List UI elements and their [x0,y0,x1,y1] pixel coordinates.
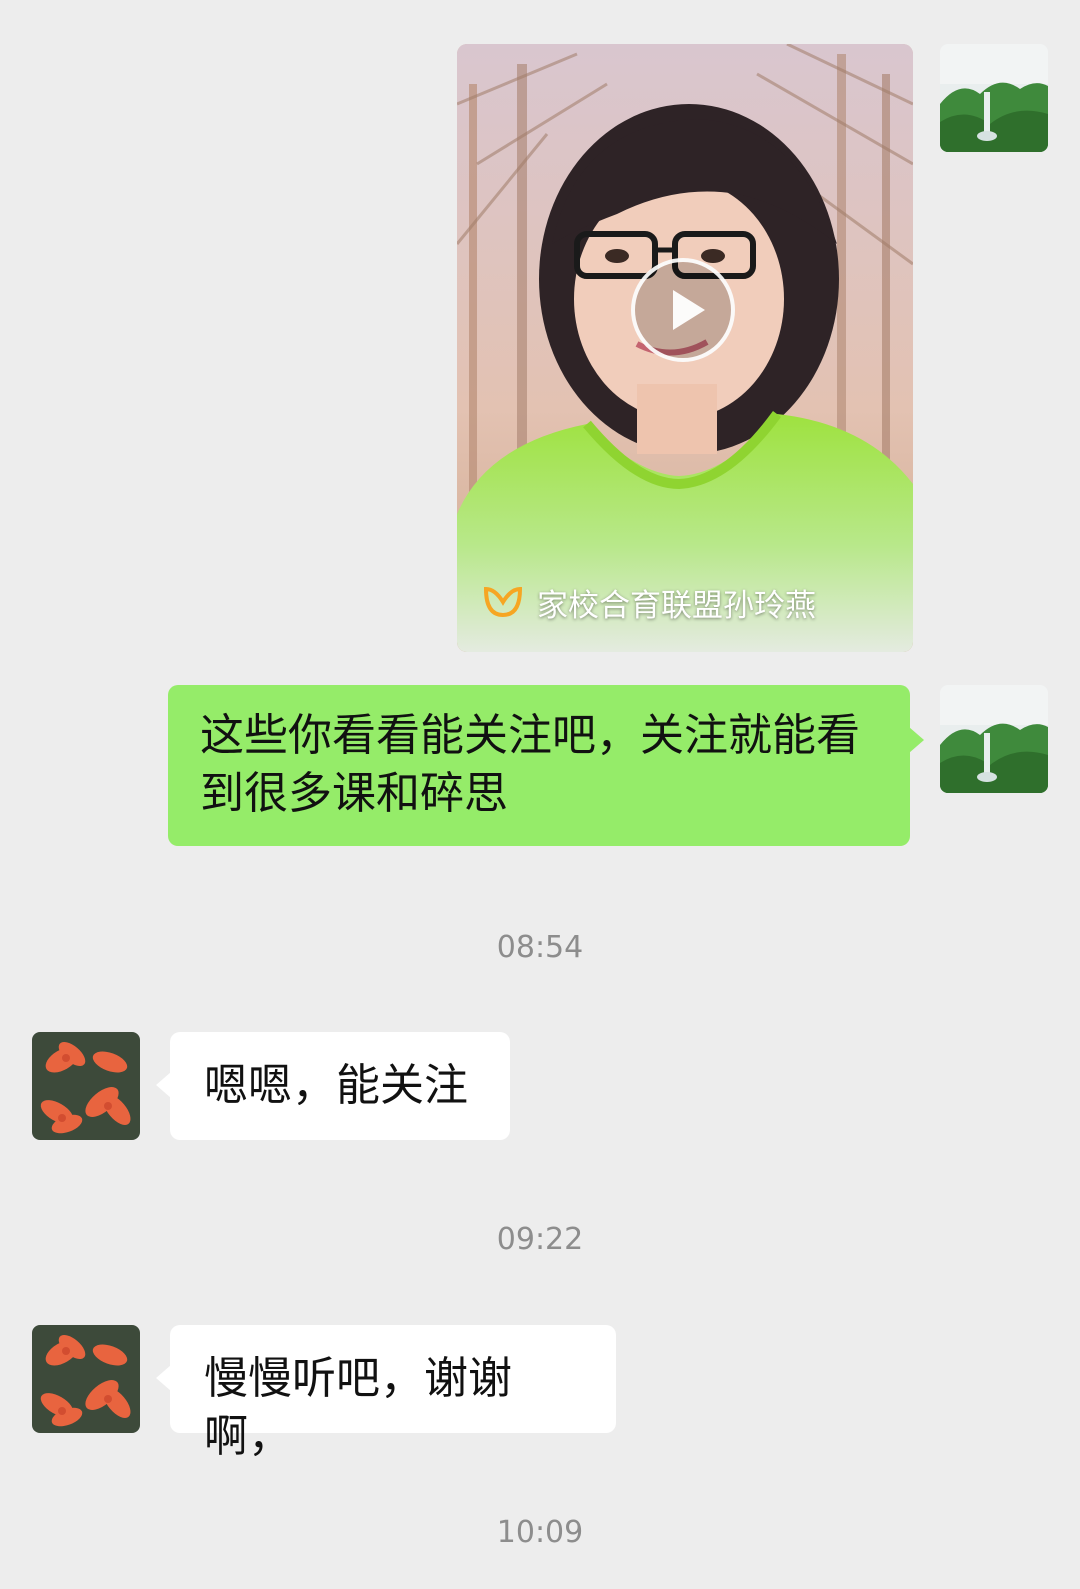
orange-lily-flowers-avatar-image [32,1032,140,1140]
message-timestamp: 10:09 [496,1515,584,1550]
message-timestamp: 08:54 [496,930,584,965]
video-message[interactable]: 家校合育联盟孙玲燕 [457,44,913,652]
message-text-line: 到很多课和碎思 [200,768,508,819]
video-source-label: 家校合育联盟孙玲燕 [483,582,816,624]
contact-message-bubble[interactable]: 嗯嗯，能关注 [156,1032,510,1140]
message-text: 嗯嗯，能关注 [204,1060,468,1111]
waterfall-mountain-avatar-image [940,685,1048,793]
contact-message-bubble[interactable]: 慢慢听吧，谢谢啊， [156,1325,616,1462]
channel-logo-icon [483,586,523,618]
my-avatar[interactable] [940,44,1048,152]
orange-lily-flowers-avatar-image [32,1325,140,1433]
contact-avatar[interactable] [32,1325,140,1433]
message-timestamp: 09:22 [496,1222,584,1257]
waterfall-mountain-avatar-image [940,44,1048,152]
message-text-line: 这些你看看能关注吧，关注就能看 [200,710,860,761]
my-avatar[interactable] [940,685,1048,793]
my-message-bubble[interactable]: 这些你看看能关注吧，关注就能看 到很多课和碎思 [168,685,924,846]
play-icon[interactable] [631,258,735,362]
message-text: 慢慢听吧，谢谢啊， [204,1353,512,1462]
video-source-text: 家校合育联盟孙玲燕 [537,587,816,624]
contact-avatar[interactable] [32,1032,140,1140]
